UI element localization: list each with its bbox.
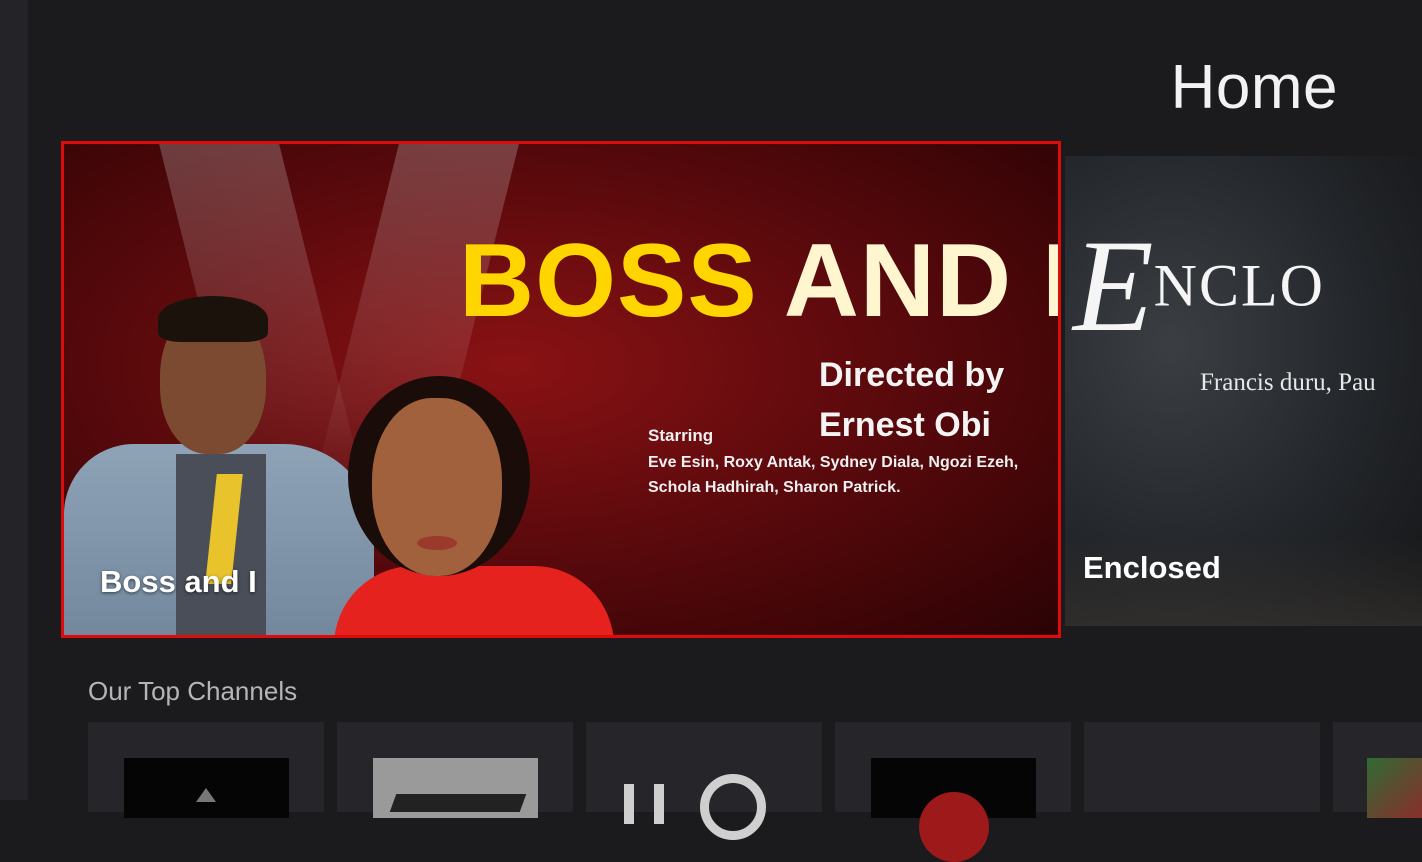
poster-starring-names: Eve Esin, Roxy Antak, Sydney Diala, Ngoz… [648, 454, 1019, 496]
poster-cast-subtitle: Francis duru, Pau [1200, 369, 1376, 396]
poster-director: Directed by Ernest Obi [819, 350, 1004, 450]
poster-director-name: Ernest Obi [819, 406, 991, 444]
channel-logo-gray-badge-icon [373, 758, 538, 818]
poster-title-word2: AND I [783, 223, 1061, 339]
channel-logo-blank-icon [1120, 758, 1285, 818]
poster-title: BOSS AND I [459, 222, 1061, 341]
poster-logo-initial: E [1073, 212, 1154, 359]
channel-tile[interactable] [835, 722, 1071, 862]
channel-logo-red-circle-icon [871, 758, 1036, 862]
featured-card-label: Enclosed [1083, 550, 1221, 585]
channel-tile[interactable] [1333, 722, 1422, 818]
channel-tile[interactable] [586, 722, 822, 840]
featured-card-enclosed[interactable]: ENCLO Francis duru, Pau Enclosed [1065, 156, 1422, 626]
poster-logo-rest: NCLO [1153, 252, 1325, 319]
channel-logo-dark-triangle-icon [124, 758, 289, 818]
channel-tile[interactable] [1084, 722, 1320, 812]
poster-actor-woman [314, 376, 614, 635]
featured-card-label: Boss and I [100, 564, 257, 599]
side-navigation-rail[interactable] [0, 0, 28, 800]
channel-logo-no-target-icon [622, 758, 787, 840]
section-title-top-channels: Our Top Channels [88, 676, 298, 706]
poster-logo-enclosed: ENCLO [1073, 220, 1325, 352]
channel-tile[interactable] [88, 722, 324, 818]
poster-directed-by: Directed by [819, 356, 1005, 394]
channel-tile[interactable] [337, 722, 573, 818]
channel-logo-thumbnail-icon [1367, 758, 1422, 818]
poster-starring-label: Starring [648, 426, 714, 445]
page-title: Home [1170, 53, 1338, 122]
featured-card-boss-and-i[interactable]: BOSS AND I Directed by Ernest Obi Starri… [61, 141, 1061, 638]
poster-title-word1: BOSS [459, 223, 758, 339]
